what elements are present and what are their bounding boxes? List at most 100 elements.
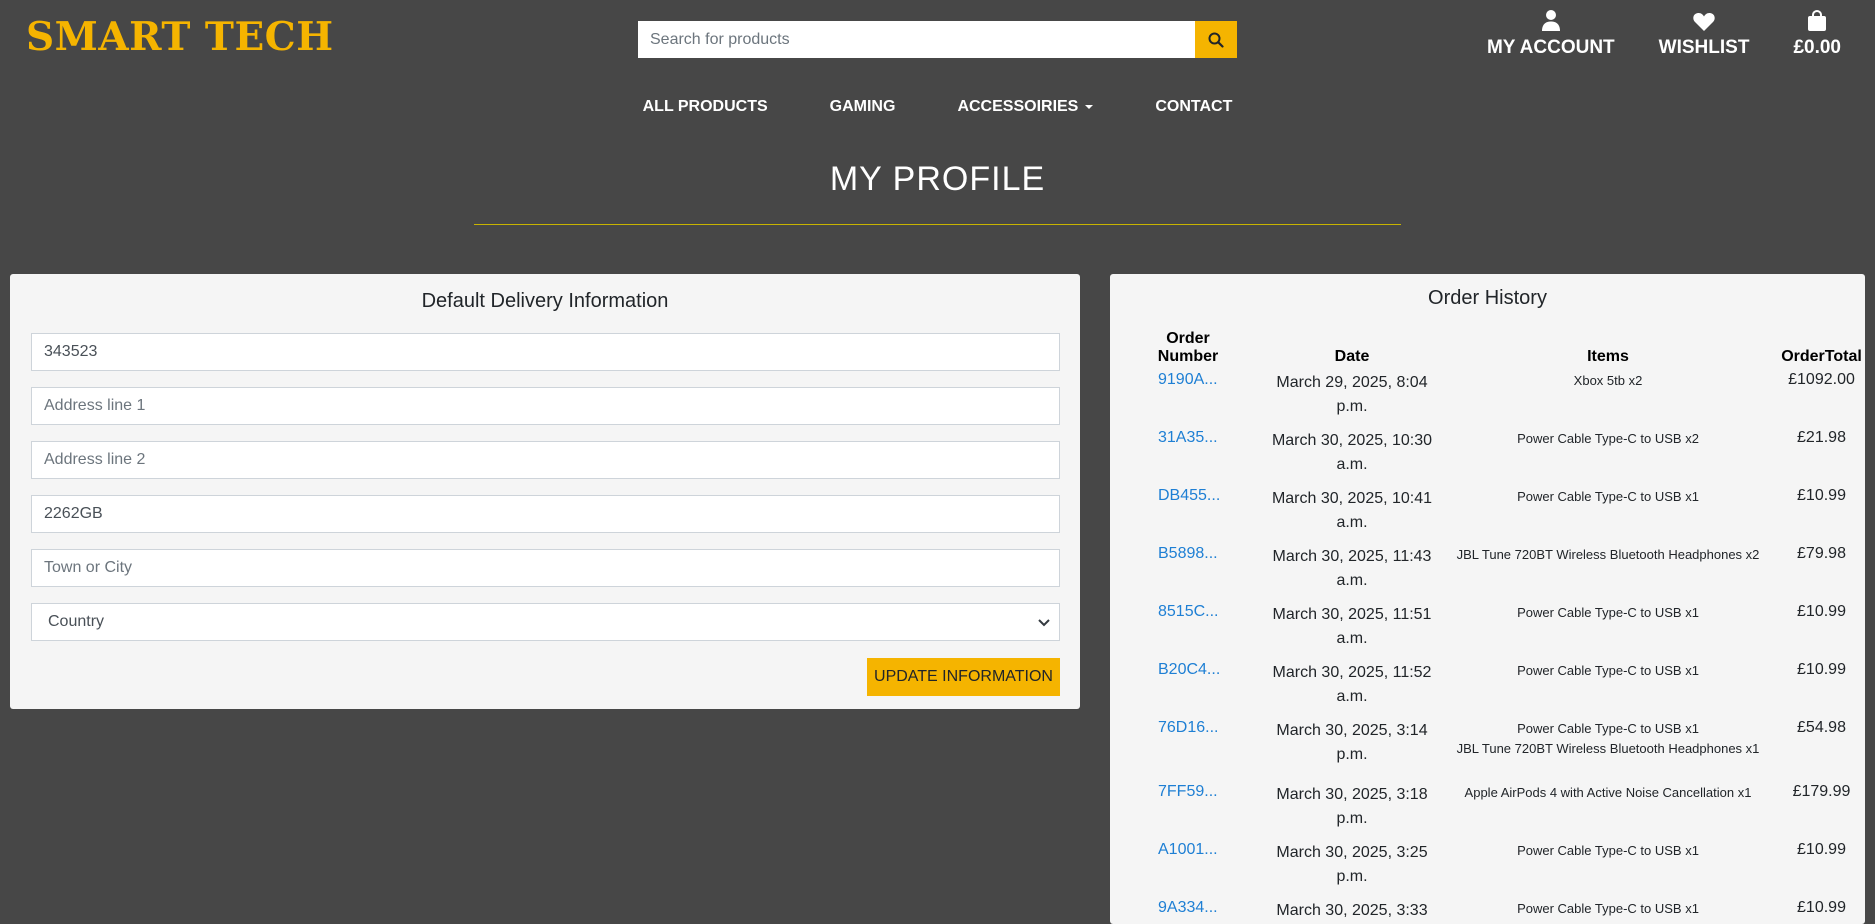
order-date: March 29, 2025, 8:04 p.m. — [1276, 374, 1428, 415]
heart-icon — [1693, 12, 1715, 31]
order-date: March 30, 2025, 3:14 p.m. — [1276, 722, 1428, 763]
order-items: JBL Tune 720BT Wireless Bluetooth Headph… — [1438, 545, 1778, 598]
wishlist-label: WISHLIST — [1658, 37, 1750, 58]
order-number-link[interactable]: B20C4... — [1110, 661, 1266, 714]
order-history-card: Order History Order Number Date Items Or… — [1110, 274, 1865, 924]
table-row: B20C4... March 30, 2025, 11:52 a.m. Power … — [1110, 656, 1865, 714]
caret-down-icon — [1085, 105, 1094, 109]
order-date: March 30, 2025, 10:41 a.m. — [1271, 490, 1433, 531]
order-item: JBL Tune 720BT Wireless Bluetooth Headph… — [1456, 547, 1760, 562]
order-item: Power Cable Type-C to USB x1 — [1517, 721, 1699, 736]
order-total: £10.99 — [1797, 899, 1846, 916]
order-item: Power Cable Type-C to USB x1 — [1517, 605, 1699, 620]
address-line1-field[interactable]: Address line 1 — [31, 387, 1060, 425]
order-history-heading: Order History — [1428, 287, 1547, 309]
order-total: £54.98 — [1797, 719, 1846, 736]
order-item: Power Cable Type-C to USB x1 — [1517, 901, 1699, 916]
order-total: £21.98 — [1797, 429, 1846, 446]
town-city-field[interactable]: Town or City — [31, 549, 1060, 587]
delivery-heading: Default Delivery Information — [421, 290, 669, 312]
table-row: DB455... March 30, 2025, 10:41 a.m. Power … — [1110, 482, 1865, 540]
nav-all-products[interactable]: ALL PRODUCTS — [643, 98, 768, 116]
order-item: Power Cable Type-C to USB x2 — [1517, 431, 1699, 446]
my-account-label: MY ACCOUNT — [1486, 37, 1615, 58]
order-date: March 30, 2025, 10:30 a.m. — [1271, 432, 1433, 473]
site-logo[interactable]: SMART TECH — [26, 14, 334, 60]
table-row: 9190A... March 29, 2025, 8:04 p.m. Xbox 5t… — [1110, 366, 1865, 424]
order-number-link[interactable]: 31A35... — [1110, 429, 1266, 482]
update-information-button[interactable]: UPDATE INFORMATION — [867, 658, 1060, 696]
nav-contact[interactable]: CONTACT — [1155, 98, 1232, 116]
search-button[interactable] — [1195, 21, 1237, 58]
header-order-total: OrderTotal — [1781, 348, 1862, 365]
delivery-info-card: Default Delivery Information 343523 Addr… — [10, 274, 1080, 709]
order-date: March 30, 2025, 11:52 a.m. — [1272, 664, 1432, 705]
address-line2-field[interactable]: Address line 2 — [31, 441, 1060, 479]
order-items: Apple AirPods 4 with Active Noise Cancel… — [1438, 783, 1778, 836]
order-item: JBL Tune 720BT Wireless Bluetooth Headph… — [1456, 741, 1760, 756]
header-order-number: Order Number — [1157, 330, 1219, 365]
order-items: Power Cable Type-C to USB x1 — [1438, 661, 1778, 714]
order-items: Power Cable Type-C to USB x2 — [1438, 429, 1778, 482]
nav-accessories-dropdown[interactable]: ACCESSOIRIES — [957, 98, 1094, 116]
page-title: MY PROFILE — [829, 160, 1046, 198]
order-date: March 30, 2025, 3:18 p.m. — [1276, 786, 1428, 827]
order-items: Xbox 5tb x2 — [1438, 371, 1778, 424]
my-account-link[interactable]: MY ACCOUNT — [1487, 5, 1615, 59]
wishlist-link[interactable]: WISHLIST — [1658, 5, 1750, 59]
order-number-link[interactable]: 9190A... — [1110, 371, 1266, 424]
order-total: £1092.00 — [1788, 371, 1855, 388]
order-date: March 30, 2025, 3:33 p.m. — [1276, 902, 1428, 919]
order-number-link[interactable]: 8515C... — [1110, 603, 1266, 656]
title-divider — [474, 224, 1401, 225]
table-row: B5898... March 30, 2025, 11:43 a.m. JBL Tu… — [1110, 540, 1865, 598]
order-items: Power Cable Type-C to USB x1 — [1438, 603, 1778, 656]
site-header: SMART TECH MY ACCOUNT — [0, 0, 1875, 84]
postcode-field[interactable]: 2262GB — [31, 495, 1060, 533]
order-number-link[interactable]: 7FF59... — [1110, 783, 1266, 836]
order-total: £10.99 — [1797, 841, 1846, 858]
order-item: Xbox 5tb x2 — [1573, 373, 1643, 388]
table-body: 9190A... March 29, 2025, 8:04 p.m. Xbox 5t… — [1110, 366, 1865, 924]
table-row: 31A35... March 30, 2025, 10:30 a.m. Power … — [1110, 424, 1865, 482]
country-select[interactable]: Country — [31, 603, 1060, 641]
order-items: Power Cable Type-C to USB x1 — [1438, 899, 1778, 924]
order-total: £179.99 — [1792, 783, 1851, 800]
table-header: Order Number Date Items OrderTotal — [1110, 318, 1865, 366]
nav-accessories-label: ACCESSOIRIES — [957, 98, 1079, 115]
order-total: £10.99 — [1797, 603, 1846, 620]
order-number-link[interactable]: 76D16... — [1110, 719, 1266, 778]
order-date: March 30, 2025, 11:43 a.m. — [1272, 548, 1432, 589]
order-items: Power Cable Type-C to USB x1 — [1438, 487, 1778, 540]
cart-link[interactable]: £0.00 — [1793, 5, 1841, 59]
nav-gaming[interactable]: GAMING — [830, 98, 896, 116]
order-item: Power Cable Type-C to USB x1 — [1517, 663, 1699, 678]
header-actions: MY ACCOUNT WISHLIST £0.00 — [1487, 5, 1841, 59]
header-items: Items — [1587, 348, 1629, 365]
order-history-table: Order Number Date Items OrderTotal 9190A… — [1110, 318, 1865, 924]
phone-number-field[interactable]: 343523 — [31, 333, 1060, 371]
search-icon — [1208, 32, 1224, 48]
order-number-link[interactable]: A1001... — [1110, 841, 1266, 894]
table-row: 9A334... March 30, 2025, 3:33 p.m. Power C… — [1110, 894, 1865, 924]
order-date: March 30, 2025, 11:51 a.m. — [1272, 606, 1432, 647]
search-input[interactable] — [638, 21, 1195, 58]
chevron-down-icon — [1038, 619, 1050, 627]
order-item: Power Cable Type-C to USB x1 — [1517, 489, 1699, 504]
table-row: 8515C... March 30, 2025, 11:51 a.m. Power … — [1110, 598, 1865, 656]
main-navigation: ALL PRODUCTS GAMING ACCESSOIRIES CONTACT — [0, 98, 1875, 116]
order-items: Power Cable Type-C to USB x1 JBL Tune 720… — [1438, 719, 1778, 778]
order-total: £10.99 — [1797, 487, 1846, 504]
order-number-link[interactable]: DB455... — [1110, 487, 1266, 540]
order-number-link[interactable]: 9A334... — [1110, 899, 1266, 924]
order-total: £10.99 — [1797, 661, 1846, 678]
order-total: £79.98 — [1797, 545, 1846, 562]
order-items: Power Cable Type-C to USB x1 — [1438, 841, 1778, 894]
table-row: 7FF59... March 30, 2025, 3:18 p.m. Apple A… — [1110, 778, 1865, 836]
order-number-link[interactable]: B5898... — [1110, 545, 1266, 598]
header-date: Date — [1334, 348, 1370, 365]
country-select-value: Country — [48, 613, 105, 630]
shopping-bag-icon — [1808, 10, 1827, 31]
user-icon — [1541, 10, 1560, 31]
table-row: 76D16... March 30, 2025, 3:14 p.m. Power C… — [1110, 714, 1865, 778]
